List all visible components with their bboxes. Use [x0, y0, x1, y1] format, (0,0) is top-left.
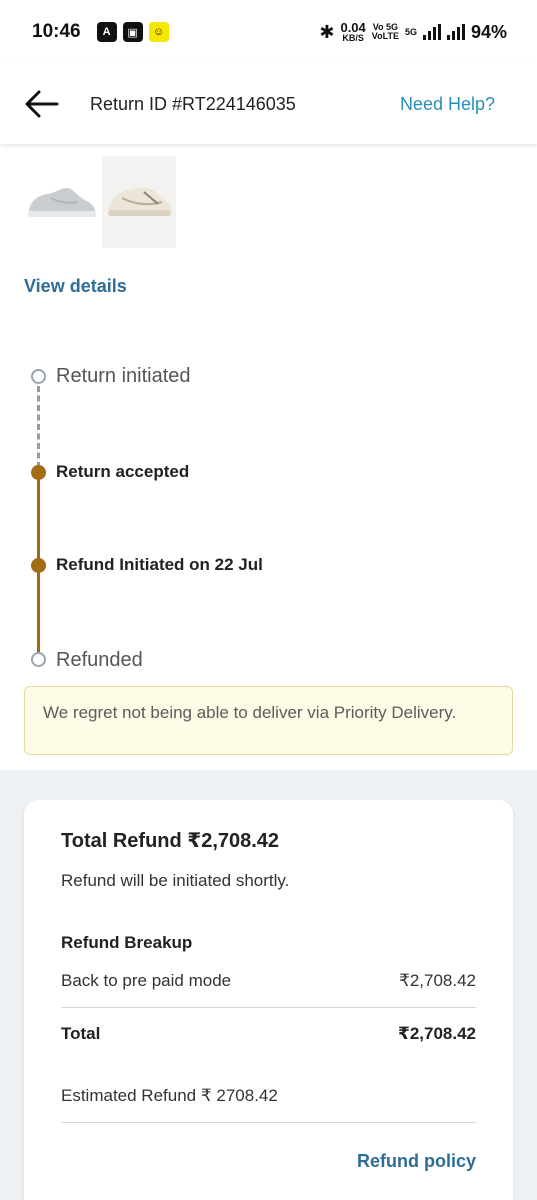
signal-icon-2: [446, 24, 465, 40]
volte-indicator: Vo 5G VoLTE: [371, 22, 399, 41]
divider: [61, 1122, 476, 1123]
timeline-dot-pending: [31, 652, 46, 667]
app-square-icon: ▣: [122, 22, 143, 42]
view-details-link[interactable]: View details: [24, 276, 127, 297]
product-image-cream-sneaker[interactable]: [102, 156, 176, 248]
product-image-grey-sneaker[interactable]: [24, 156, 98, 248]
product-thumbnails: [24, 156, 176, 248]
net-speed: 0.04 KB/S: [340, 19, 366, 43]
grey-sneaker-icon: [28, 188, 96, 217]
cream-sneaker-icon: [108, 187, 172, 216]
total-refund-heading: Total Refund ₹2,708.42: [61, 830, 280, 852]
network-type: 5G: [404, 26, 417, 37]
timeline-step-refund-initiated: Refund Initiated on 22 Jul: [56, 555, 263, 574]
status-bar: 10:46 A ▣ ☺ ✱ 0.04 KB/S Vo 5G VoLTE 5G 9…: [0, 0, 537, 64]
status-time: 10:46: [32, 21, 81, 42]
refund-total-label: Total: [61, 1024, 101, 1043]
refund-policy-link[interactable]: Refund policy: [61, 1151, 476, 1172]
snapchat-icon: ☺: [148, 22, 169, 42]
need-help-link[interactable]: Need Help?: [400, 94, 495, 115]
priority-delivery-notice: We regret not being able to deliver via …: [24, 686, 513, 755]
refund-status-text: Refund will be initiated shortly.: [61, 871, 290, 890]
timeline-dot-done: [31, 465, 46, 480]
signal-icon-1: [422, 24, 441, 40]
refund-breakup-title: Refund Breakup: [61, 933, 193, 952]
refund-mode-value: ₹2,708.42: [399, 971, 476, 990]
bluetooth-icon: ✱: [319, 21, 335, 42]
back-button[interactable]: [24, 86, 60, 122]
refund-total-row: Total ₹2,708.42: [61, 1024, 476, 1044]
status-right: ✱ 0.04 KB/S Vo 5G VoLTE 5G 94%: [319, 19, 507, 43]
timeline-dot-done: [31, 558, 46, 573]
timeline-connector-pending: [37, 386, 40, 468]
return-timeline: Return initiated Return accepted Refund …: [24, 360, 504, 680]
timeline-step-return-initiated: Return initiated: [56, 365, 191, 387]
battery-level: 94%: [470, 21, 507, 42]
app-header: Return ID #RT224146035 Need Help?: [0, 64, 537, 144]
refund-total-value: ₹2,708.42: [397, 1024, 476, 1043]
timeline-step-return-accepted: Return accepted: [56, 462, 190, 481]
refund-mode-label: Back to pre paid mode: [61, 971, 232, 990]
divider: [61, 1007, 476, 1008]
timeline-dot-pending: [31, 369, 46, 384]
app-a-icon: A: [96, 22, 117, 42]
timeline-step-refunded: Refunded: [56, 649, 143, 671]
refund-card: Total Refund ₹2,708.42 Refund will be in…: [24, 800, 513, 1200]
estimated-refund-text: Estimated Refund ₹ 2708.42: [61, 1086, 278, 1105]
refund-breakup-row: Back to pre paid mode ₹2,708.42: [61, 971, 476, 991]
return-id-title: Return ID #RT224146035: [90, 93, 296, 114]
back-arrow-icon: [25, 90, 59, 118]
